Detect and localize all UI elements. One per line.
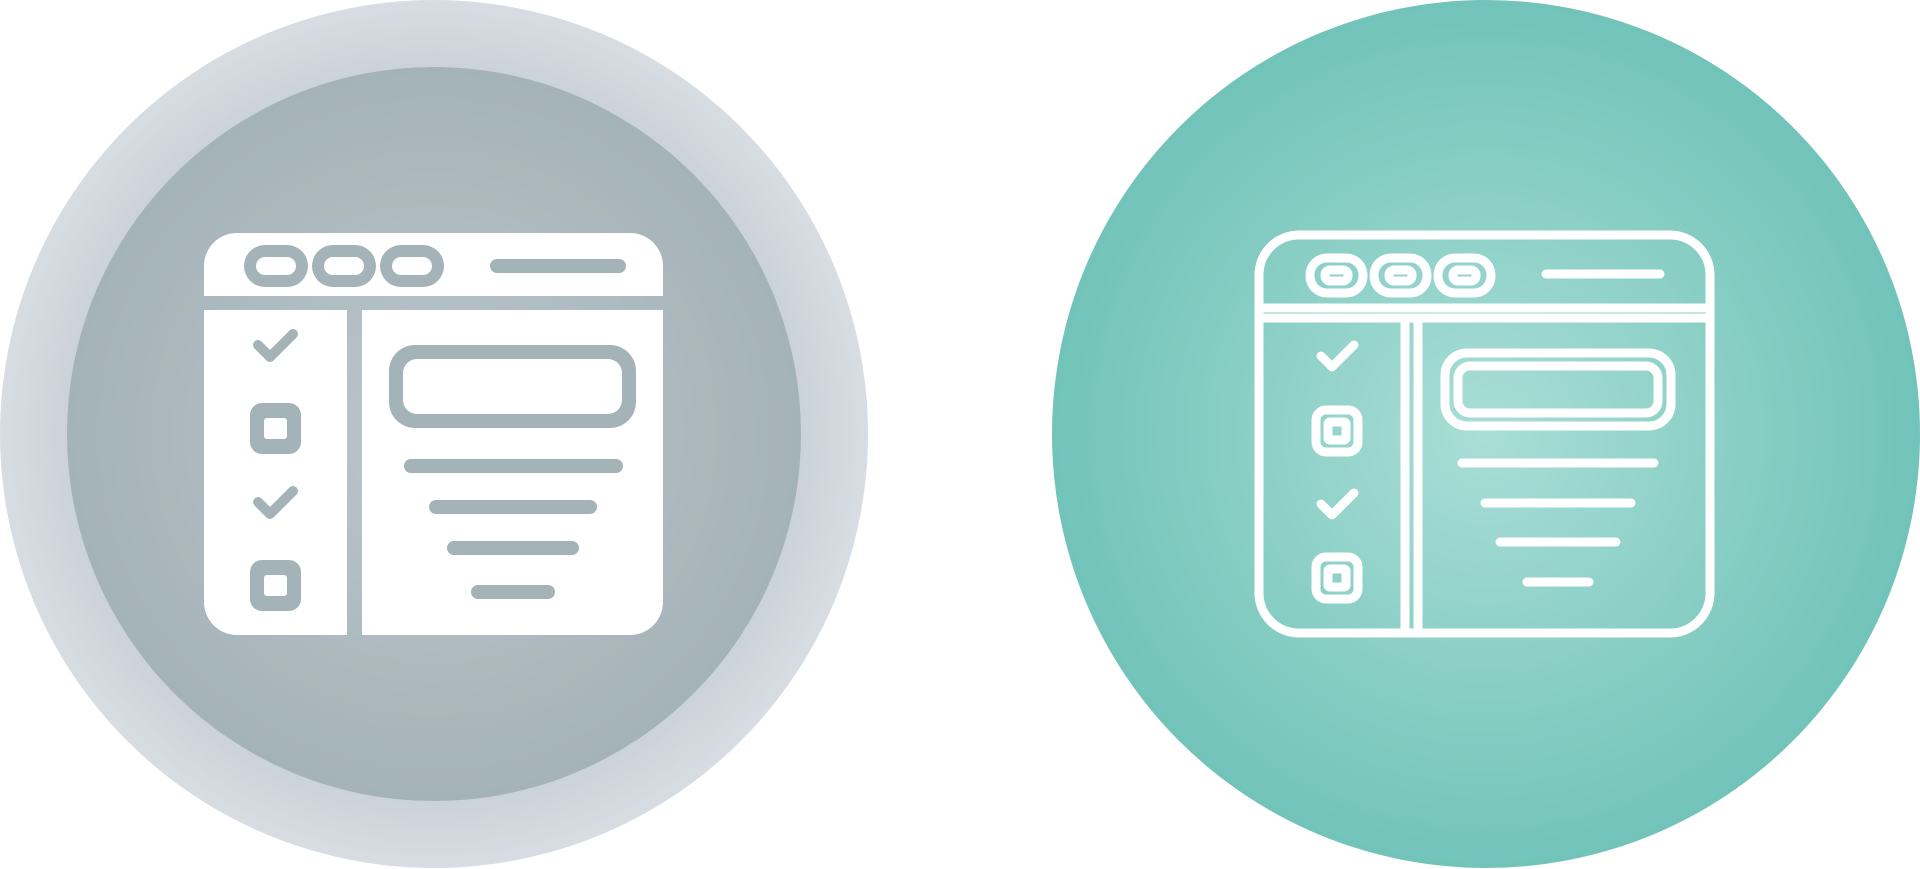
checklist-window-glyph-icon [0,0,868,868]
icon-comparison-canvas [0,0,1920,869]
address-bar-line [490,259,626,273]
icons-svg [0,0,1920,868]
window-control-buttons [244,245,444,287]
checklist-window-line-icon [1052,0,1920,868]
teal-circle [1052,0,1920,868]
